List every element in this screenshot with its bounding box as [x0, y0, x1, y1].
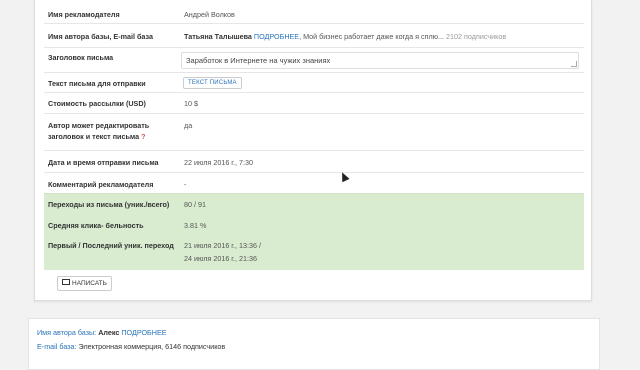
- send-date-value: 22 июля 2016 г., 7:30: [184, 158, 254, 167]
- cost-label: Стоимость рассылки (USD): [48, 99, 146, 108]
- last-click-value: 24 июля 2016 г., 21:36: [184, 254, 258, 263]
- author-label: Имя автора базы, E-mail база: [48, 32, 153, 41]
- advertiser-value: Андрей Волков: [184, 10, 235, 19]
- send-date-label: Дата и время отправки письма: [48, 158, 159, 167]
- comment-value: -: [184, 180, 187, 189]
- row-clicks: Переходы из письма (уник./всего) 80 / 91: [44, 193, 584, 215]
- row-author: Имя автора базы, E-mail база Татьяна Тал…: [44, 23, 584, 47]
- subject-text: Заработок в Интернете на чужих знаниях: [186, 56, 331, 65]
- editable-label-line1: Автор может редактировать: [48, 121, 150, 130]
- cost-value: 10 $: [184, 99, 198, 108]
- author-base-text: , Мой бизнес работает даже когда я сплю.…: [299, 32, 445, 41]
- ctr-label: Средняя клика- бельность: [48, 221, 144, 230]
- row-subject: Заголовок письма Заработок в Интернете н…: [44, 47, 584, 72]
- letter-text-button[interactable]: ТЕКСТ ПИСЬМА: [183, 77, 242, 89]
- help-qmark[interactable]: ?: [141, 132, 145, 141]
- clicks-value: 80 / 91: [184, 200, 206, 209]
- author-more-link[interactable]: ПОДРОБНЕЕ: [254, 32, 299, 41]
- comment-label: Комментарий рекламодателя: [48, 180, 154, 189]
- author-subscribers: 2102 подписчиков: [446, 32, 507, 41]
- first-click-value: 21 июля 2016 г., 13:36 /: [184, 241, 262, 250]
- editable-value: да: [184, 121, 193, 130]
- row-comment: Комментарий рекламодателя -: [44, 172, 584, 193]
- write-button-label: НАПИСАТЬ: [72, 280, 107, 287]
- row-advertiser: Имя рекламодателя Андрей Волков: [44, 0, 584, 23]
- row-first-last: Первый / Последний уник. переход 21 июля…: [44, 236, 584, 270]
- resize-handle-icon[interactable]: [571, 61, 577, 67]
- author-value: Татьяна Талышева ПОДРОБНЕЕ, Мой бизнес р…: [184, 32, 506, 42]
- row-cost: Стоимость рассылки (USD) 10 $: [44, 92, 584, 113]
- author-name: Татьяна Талышева: [184, 32, 252, 41]
- row-send-date: Дата и время отправки письма 22 июля 201…: [44, 150, 584, 172]
- editable-label-text: заголовок и текст письма: [48, 132, 140, 141]
- advertiser-label: Имя рекламодателя: [48, 10, 120, 19]
- clicks-label: Переходы из письма (уник./всего): [48, 200, 170, 209]
- write-button[interactable]: НАПИСАТЬ: [57, 276, 112, 291]
- letter-text-label: Текст письма для отправки: [48, 79, 146, 88]
- next-author-line: Имя автора базы: Алекс ПОДРОБНЕЕ: [37, 328, 167, 338]
- next-author-name: Алекс: [98, 328, 120, 337]
- next-author-label: Имя автора базы:: [37, 328, 97, 337]
- first-last-label: Первый / Последний уник. переход: [48, 241, 174, 250]
- details-table: Имя рекламодателя Андрей Волков Имя авто…: [44, 0, 584, 270]
- next-author-more-link[interactable]: ПОДРОБНЕЕ: [121, 328, 166, 337]
- envelope-icon: [62, 279, 70, 286]
- subject-label: Заголовок письма: [48, 53, 114, 62]
- row-ctr: Средняя клика- бельность 3.81 %: [44, 215, 584, 236]
- next-entry-card: Имя автора базы: Алекс ПОДРОБНЕЕ E-mail …: [28, 318, 600, 370]
- campaign-details-card: Имя рекламодателя Андрей Волков Имя авто…: [34, 0, 592, 301]
- ctr-value: 3.81 %: [184, 221, 207, 230]
- row-editable: Автор может редактировать заголовок и те…: [44, 113, 584, 150]
- next-email-value: Электронная коммерция, 6146 подписчиков: [78, 342, 226, 351]
- row-letter-text: Текст письма для отправки ТЕКСТ ПИСЬМА: [44, 72, 584, 92]
- editable-label-line2: заголовок и текст письма ?: [48, 132, 146, 142]
- next-email-label: E-mail база:: [37, 342, 77, 351]
- next-email-line: E-mail база: Электронная коммерция, 6146…: [37, 342, 225, 352]
- subject-textarea[interactable]: Заработок в Интернете на чужих знаниях: [181, 52, 579, 69]
